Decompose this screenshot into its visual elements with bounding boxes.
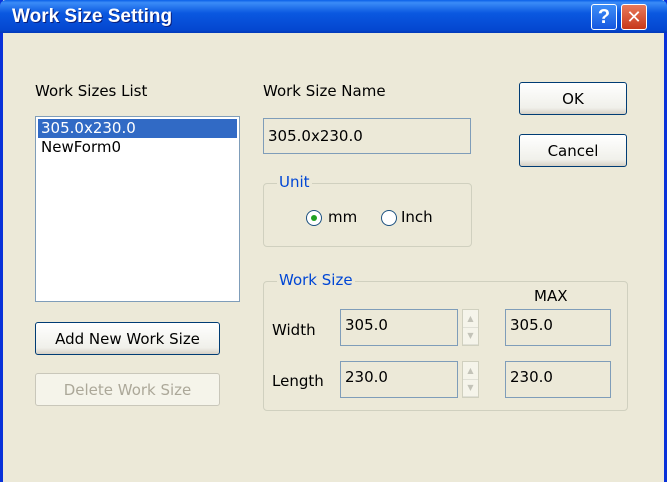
work-size-name-field[interactable]: 305.0x230.0: [263, 118, 471, 154]
delete-work-size-button[interactable]: Delete Work Size: [35, 373, 220, 406]
length-max-field: 230.0: [505, 361, 611, 398]
length-field[interactable]: 230.0: [340, 361, 458, 398]
mm-radio[interactable]: [306, 210, 322, 226]
work-size-name-label: Work Size Name: [263, 82, 386, 100]
chevron-down-icon[interactable]: ▼: [463, 380, 478, 397]
width-field[interactable]: 305.0: [340, 309, 458, 346]
unit-group: [263, 183, 472, 247]
max-label: MAX: [534, 287, 568, 305]
work-size-group-title: Work Size: [277, 271, 355, 289]
work-sizes-list[interactable]: 305.0x230.0 NewForm0: [35, 116, 240, 302]
chevron-up-icon[interactable]: ▲: [463, 362, 478, 380]
ok-button[interactable]: OK: [519, 82, 627, 115]
help-icon[interactable]: ?: [591, 4, 617, 30]
cancel-button[interactable]: Cancel: [519, 134, 627, 167]
width-max-field: 305.0: [505, 309, 611, 346]
inch-radio[interactable]: [381, 210, 397, 226]
width-label: Width: [272, 321, 316, 339]
add-work-size-button[interactable]: Add New Work Size: [35, 322, 220, 355]
title-bar[interactable]: Work Size Setting ? ✕: [0, 0, 667, 33]
dialog-window: Work Size Setting ? ✕ Work Sizes List 30…: [0, 0, 667, 482]
chevron-up-icon[interactable]: ▲: [463, 310, 478, 328]
mm-radio-label[interactable]: mm: [328, 208, 357, 226]
list-item[interactable]: 305.0x230.0: [38, 119, 237, 138]
chevron-down-icon[interactable]: ▼: [463, 328, 478, 345]
width-spinner[interactable]: ▲ ▼: [462, 309, 479, 346]
length-spinner[interactable]: ▲ ▼: [462, 361, 479, 398]
work-sizes-list-label: Work Sizes List: [35, 82, 148, 100]
window-title: Work Size Setting: [12, 6, 173, 27]
list-item[interactable]: NewForm0: [36, 138, 239, 157]
unit-group-title: Unit: [277, 173, 312, 191]
length-label: Length: [272, 372, 324, 390]
radio-selected-dot: [311, 215, 317, 221]
close-icon[interactable]: ✕: [621, 4, 647, 30]
inch-radio-label[interactable]: Inch: [401, 208, 433, 226]
